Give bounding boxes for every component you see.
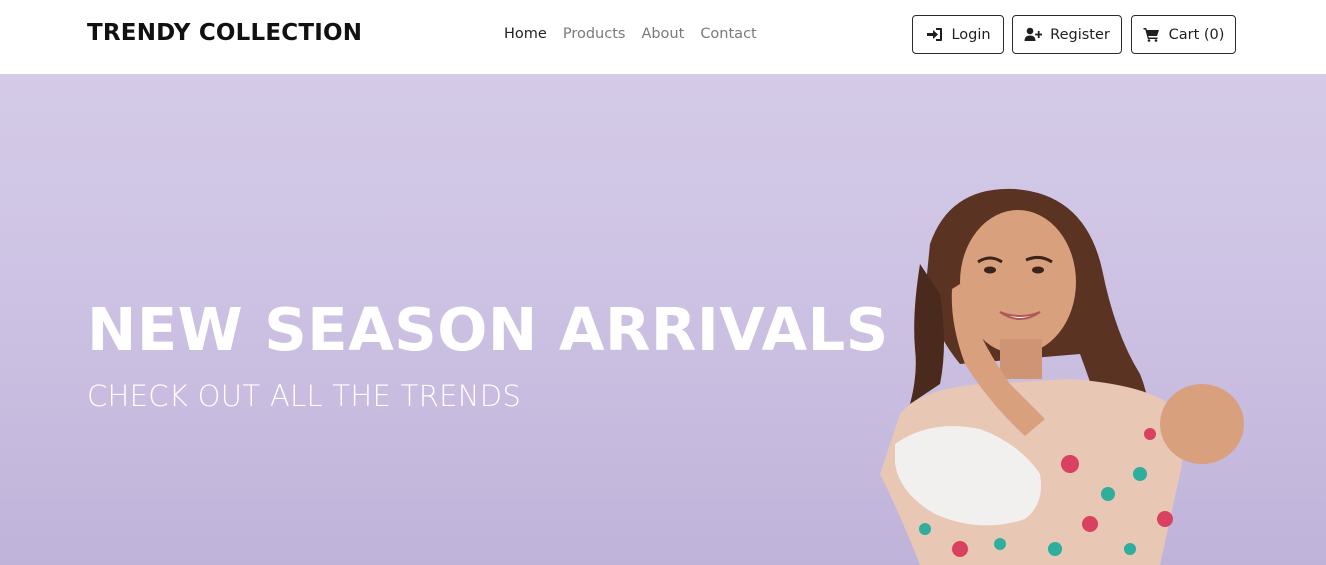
hero-subtitle: CHECK OUT ALL THE TRENDS — [87, 379, 522, 413]
cart-button[interactable]: Cart (0) — [1131, 15, 1236, 54]
cart-label: Cart (0) — [1168, 26, 1225, 43]
hero-banner: NEW SEASON ARRIVALS CHECK OUT ALL THE TR… — [0, 74, 1326, 565]
hero-title: NEW SEASON ARRIVALS — [87, 295, 889, 364]
nav-link-contact[interactable]: Contact — [700, 26, 756, 42]
nav-link-products[interactable]: Products — [563, 26, 626, 42]
hero-model-image — [880, 188, 1244, 565]
brand-logo[interactable]: TRENDY COLLECTION — [87, 20, 362, 46]
register-button[interactable]: Register — [1012, 15, 1122, 54]
shopping-cart-icon — [1143, 27, 1161, 43]
nav-link-about[interactable]: About — [641, 26, 684, 42]
login-button[interactable]: Login — [912, 15, 1004, 54]
nav-link-home[interactable]: Home — [504, 26, 547, 42]
navbar: TRENDY COLLECTION Home Products About Co… — [0, 0, 1326, 74]
register-label: Register — [1050, 26, 1110, 43]
nav-links: Home Products About Contact — [504, 26, 757, 42]
user-plus-icon — [1024, 27, 1043, 43]
sign-in-icon — [925, 27, 943, 43]
login-label: Login — [951, 26, 991, 43]
